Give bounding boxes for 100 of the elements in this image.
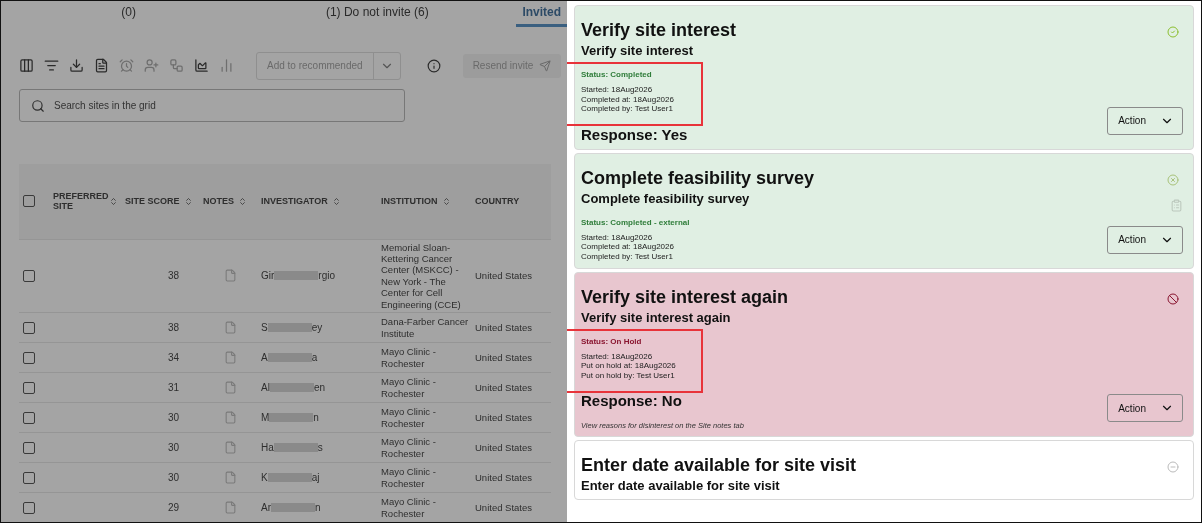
row-checkbox[interactable]: [23, 351, 35, 364]
investigator-name-end: s: [317, 442, 323, 453]
investigator-name-start: K: [261, 472, 268, 483]
column-header[interactable]: NOTES: [203, 196, 234, 207]
sort-icon[interactable]: [238, 196, 247, 206]
investigator-name-end: ey: [311, 322, 323, 333]
investigator-name-start: M: [261, 412, 270, 423]
site-score: 29: [167, 502, 179, 513]
task-title: Verify site interest again: [581, 286, 790, 308]
investigator-name-start: A: [261, 352, 268, 363]
site-score: 30: [167, 472, 179, 483]
institution: Mayo Clinic - Rochester: [381, 345, 437, 371]
row-checkbox[interactable]: [23, 471, 35, 484]
action-button[interactable]: Action: [1107, 106, 1183, 135]
columns-icon[interactable]: [19, 58, 34, 74]
task-detail: Put on hold by: Test User1: [581, 370, 676, 381]
task-subtitle: Complete feasibility survey: [581, 190, 751, 206]
country: United States: [475, 472, 533, 483]
country: United States: [475, 502, 533, 513]
task-detail: Started: 18Aug2026: [581, 351, 654, 362]
column-header[interactable]: COUNTRY: [475, 196, 520, 207]
alarm-icon[interactable]: [119, 58, 134, 74]
tab[interactable]: (0): [19, 1, 239, 27]
row-checkbox[interactable]: [23, 441, 35, 454]
notes-icon[interactable]: [223, 351, 237, 364]
notes-icon[interactable]: [223, 441, 237, 454]
add-user-icon[interactable]: [144, 58, 159, 74]
site-score: 34: [167, 352, 179, 363]
info-icon[interactable]: [426, 58, 441, 73]
task-response: Response: No: [581, 392, 683, 410]
task-title: Verify site interest: [581, 20, 738, 41]
minus-circle-icon: [1167, 461, 1179, 474]
send-icon: [539, 59, 552, 72]
institution: Memorial Sloan-Kettering Cancer Center (MSKCC) - New York - The Center for Cell Engineering (CCE): [381, 240, 462, 312]
country: United States: [475, 412, 533, 423]
investigator-name-end: n: [313, 412, 319, 423]
task-detail: Completed by: Test User1: [581, 251, 674, 262]
task-title: Enter date available for site visit: [581, 455, 858, 477]
bar-chart-icon[interactable]: [219, 58, 234, 74]
sort-icon[interactable]: [441, 196, 451, 206]
notes-icon[interactable]: [223, 381, 237, 394]
investigator-name-start: Ha: [261, 442, 274, 453]
investigator-name-end: en: [313, 382, 326, 393]
filter-icon[interactable]: [44, 58, 59, 74]
column-header[interactable]: INVESTIGATOR: [261, 196, 328, 207]
task-title: Complete feasibility survey: [581, 167, 816, 189]
task-detail: Completed by: Test User1: [581, 104, 674, 114]
task-subtitle: Enter date available for site visit: [581, 478, 781, 494]
clipboard-icon[interactable]: [1170, 199, 1183, 213]
task-status: Status: Completed - external: [581, 217, 691, 227]
document-icon[interactable]: [94, 58, 109, 74]
check-circle-icon: [1167, 26, 1179, 38]
institution: Mayo Clinic - Rochester: [381, 435, 437, 461]
row-checkbox[interactable]: [23, 411, 35, 424]
task-detail: Completed at: 18Aug2026: [581, 242, 675, 252]
country: United States: [475, 322, 533, 333]
site-score: 30: [167, 442, 179, 453]
task-response: Response: Yes: [581, 125, 689, 143]
prohibited-icon: [1167, 292, 1179, 305]
notes-icon[interactable]: [223, 501, 237, 514]
institution: Dana-Farber Cancer Institute: [381, 315, 470, 341]
institution: Mayo Clinic - Rochester: [381, 495, 437, 521]
redaction-block: [267, 323, 312, 332]
notes-icon[interactable]: [223, 471, 237, 484]
action-button[interactable]: Action: [1107, 394, 1183, 423]
tab[interactable]: (1) Do not invite (6): [238, 1, 517, 27]
institution: Mayo Clinic - Rochester: [381, 465, 437, 491]
row-checkbox[interactable]: [23, 321, 35, 334]
investigator-name-end: a: [311, 352, 318, 363]
task-subtitle: Verify site interest again: [581, 309, 732, 325]
x-circle-icon: [1167, 173, 1179, 186]
sort-icon[interactable]: [109, 196, 118, 206]
redaction-block: [269, 383, 314, 392]
notes-icon[interactable]: [223, 321, 237, 334]
task-detail: Put on hold at: 18Aug2026: [581, 361, 677, 371]
investigator-name-start: Al: [261, 382, 270, 393]
task-detail: Started: 18Aug2026: [581, 85, 654, 95]
task-status: Status: Completed: [581, 70, 653, 79]
search-field[interactable]: Search sites in the grid: [19, 88, 405, 122]
row-checkbox[interactable]: [23, 269, 35, 282]
action-button[interactable]: Action: [1107, 225, 1183, 254]
sort-icon[interactable]: [331, 196, 341, 206]
site-score: 30: [167, 412, 179, 423]
task-subtitle: Verify site interest: [581, 43, 694, 58]
sort-icon[interactable]: [183, 196, 193, 206]
redaction-block: [267, 353, 312, 362]
redaction-block: [273, 443, 318, 452]
column-header[interactable]: SITE SCORE: [125, 196, 180, 207]
country: United States: [475, 382, 533, 393]
notes-icon[interactable]: [223, 269, 237, 283]
row-checkbox[interactable]: [23, 381, 35, 394]
workflow-icon[interactable]: [169, 58, 184, 74]
task-status: Status: On Hold: [581, 336, 643, 346]
download-icon[interactable]: [69, 58, 84, 74]
area-chart-icon[interactable]: [194, 58, 209, 74]
notes-icon[interactable]: [223, 411, 237, 424]
row-checkbox[interactable]: [23, 501, 35, 514]
column-header[interactable]: INSTITUTION: [381, 196, 438, 207]
select-all-checkbox[interactable]: [23, 195, 35, 208]
investigator-name-start: Gir: [261, 270, 275, 282]
